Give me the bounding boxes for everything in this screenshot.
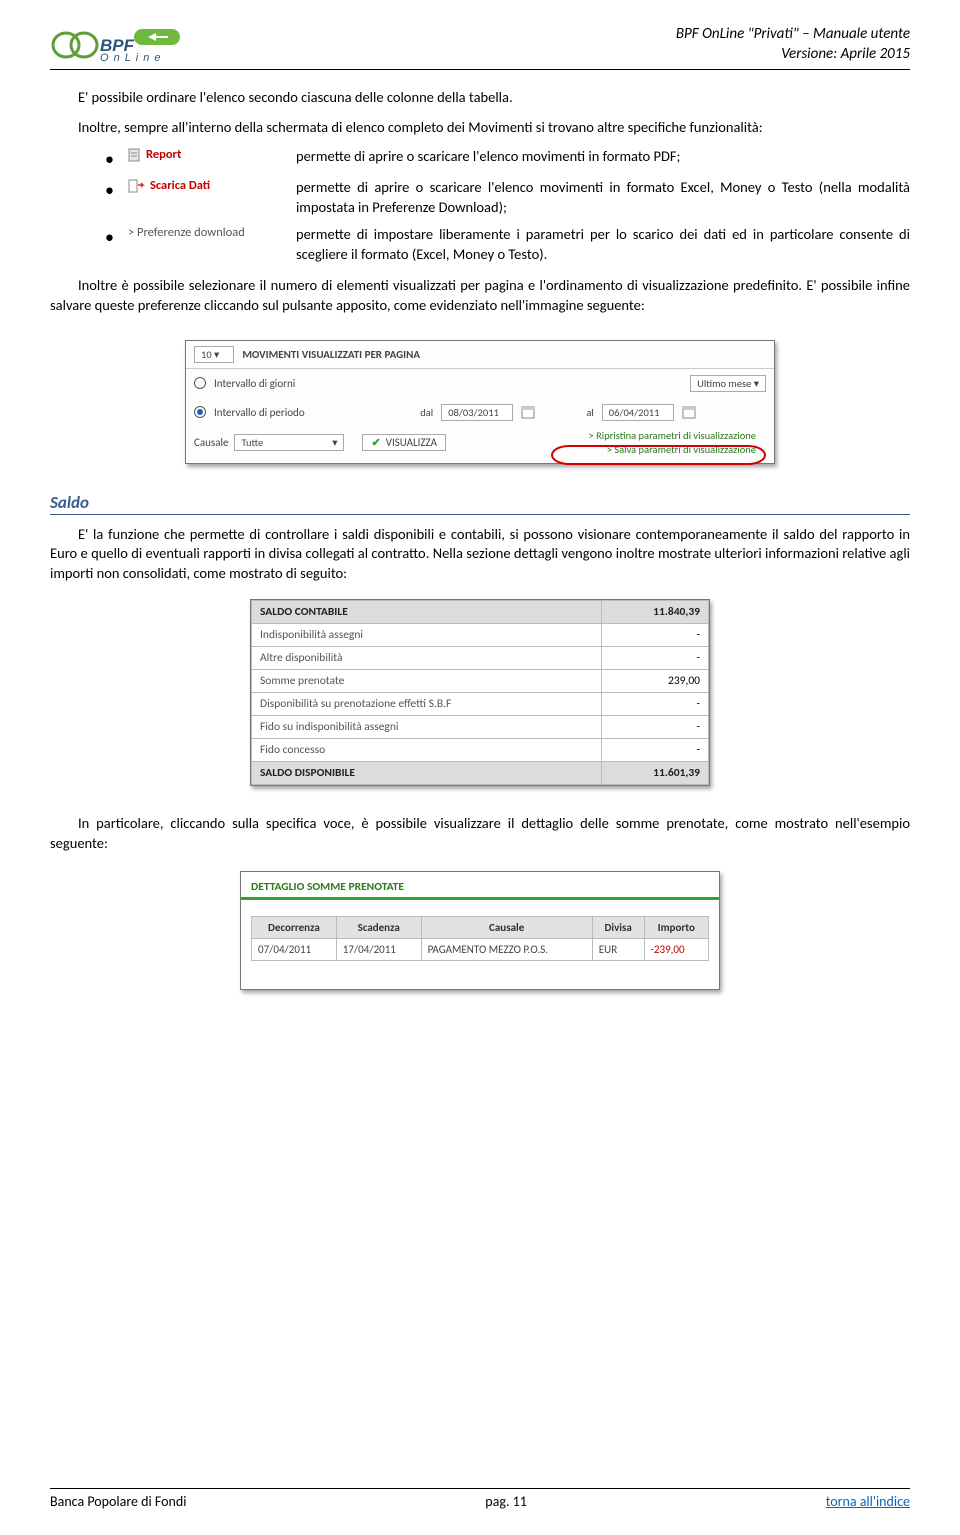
table-cell: 11.601,39: [601, 762, 708, 785]
dettaglio-screenshot: DETTAGLIO SOMME PRENOTATE DecorrenzaScad…: [240, 871, 720, 990]
table-row: SALDO CONTABILE11.840,39: [252, 601, 709, 624]
calendar-icon[interactable]: [682, 405, 696, 419]
dal-label: dal: [420, 406, 433, 419]
table-header: Importo: [644, 917, 708, 939]
table-cell: 17/04/2011: [336, 939, 421, 961]
causale-select[interactable]: Tutte▾: [234, 434, 344, 451]
bullet-desc-3: permette di impostare liberamente i para…: [296, 225, 910, 264]
table-cell: SALDO CONTABILE: [252, 601, 602, 624]
para-dettaglio: In particolare, cliccando sulla specific…: [50, 814, 910, 853]
calendar-icon[interactable]: [521, 405, 535, 419]
ultimo-mese-select[interactable]: Ultimo mese ▾: [690, 375, 766, 392]
table-cell: 11.840,39: [601, 601, 708, 624]
footer-rule: [50, 1488, 910, 1489]
per-page-label: MOVIMENTI VISUALIZZATI PER PAGINA: [242, 348, 420, 361]
bullet-desc-1: permette di aprire o scaricare l'elenco …: [296, 147, 910, 167]
table-row: Fido concesso-: [252, 739, 709, 762]
download-icon: Scarica Dati: [128, 178, 278, 193]
table-row: Somme prenotate239,00: [252, 670, 709, 693]
table-cell: SALDO DISPONIBILE: [252, 762, 602, 785]
radio-giorni[interactable]: [194, 377, 206, 389]
table-row: Indisponibilità assegni-: [252, 624, 709, 647]
table-header: Decorrenza: [252, 917, 337, 939]
table-row: Fido su indisponibilità assegni-: [252, 716, 709, 739]
table-row: SALDO DISPONIBILE11.601,39: [252, 762, 709, 785]
para-1: E' possibile ordinare l'elenco secondo c…: [50, 88, 910, 108]
table-cell: Somme prenotate: [252, 670, 602, 693]
table-cell: -: [601, 647, 708, 670]
table-cell: -: [601, 693, 708, 716]
svg-text:O n L i n e: O n L i n e: [100, 52, 162, 64]
radio-periodo[interactable]: [194, 406, 206, 418]
para-saldo: E' la funzione che permette di controlla…: [50, 525, 910, 584]
table-cell: Disponibilità su prenotazione effetti S.…: [252, 693, 602, 716]
date-from-input[interactable]: 08/03/2011: [441, 404, 513, 421]
date-to-input[interactable]: 06/04/2011: [602, 404, 674, 421]
table-cell: Altre disponibilità: [252, 647, 602, 670]
table-cell: -239,00: [644, 939, 708, 961]
causale-label: Causale: [194, 436, 228, 449]
para-2: Inoltre, sempre all'interno della scherm…: [50, 118, 910, 138]
visualizza-button[interactable]: ✔VISUALIZZA: [362, 434, 445, 451]
table-header: Divisa: [592, 917, 644, 939]
report-icon: Report: [128, 147, 278, 162]
prefs-download-label: > Preferenze download: [128, 225, 278, 240]
table-header: Causale: [421, 917, 592, 939]
dettaglio-title: DETTAGLIO SOMME PRENOTATE: [241, 872, 719, 897]
footer-left: Banca Popolare di Fondi: [50, 1493, 186, 1510]
table-cell: PAGAMENTO MEZZO P.O.S.: [421, 939, 592, 961]
footer-back-to-index[interactable]: torna all'indice: [826, 1493, 910, 1510]
table-cell: -: [601, 716, 708, 739]
bullet-desc-2: permette di aprire o scaricare l'elenco …: [296, 178, 910, 217]
table-cell: 07/04/2011: [252, 939, 337, 961]
doc-version: Versione: Aprile 2015: [676, 45, 910, 65]
filter-panel-screenshot: 10 ▾ MOVIMENTI VISUALIZZATI PER PAGINA I…: [185, 340, 775, 464]
doc-title: BPF OnLine "Privati" – Manuale utente: [676, 25, 910, 45]
al-label: al: [586, 406, 593, 419]
label-periodo: Intervallo di periodo: [214, 406, 334, 419]
table-cell: -: [601, 624, 708, 647]
header-rule: [50, 69, 910, 70]
section-saldo-title: Saldo: [50, 492, 910, 515]
para-3: Inoltre è possibile selezionare il numer…: [50, 276, 910, 315]
link-salva[interactable]: > Salva parametri di visualizzazione: [588, 443, 756, 458]
saldo-table-screenshot: SALDO CONTABILE11.840,39Indisponibilità …: [250, 599, 710, 786]
table-header: Scadenza: [336, 917, 421, 939]
link-ripristina[interactable]: > Ripristina parametri di visualizzazion…: [588, 429, 756, 444]
table-cell: EUR: [592, 939, 644, 961]
table-row: Altre disponibilità-: [252, 647, 709, 670]
table-cell: Fido concesso: [252, 739, 602, 762]
table-cell: Indisponibilità assegni: [252, 624, 602, 647]
feature-list: Report permette di aprire o scaricare l'…: [50, 147, 910, 264]
logo: BPF O n L i n e: [50, 25, 200, 65]
footer-center: pag. 11: [485, 1493, 527, 1510]
table-cell: -: [601, 739, 708, 762]
label-giorni: Intervallo di giorni: [214, 377, 334, 390]
table-cell: 239,00: [601, 670, 708, 693]
table-row: Disponibilità su prenotazione effetti S.…: [252, 693, 709, 716]
table-cell: Fido su indisponibilità assegni: [252, 716, 602, 739]
per-page-select[interactable]: 10 ▾: [194, 346, 234, 363]
